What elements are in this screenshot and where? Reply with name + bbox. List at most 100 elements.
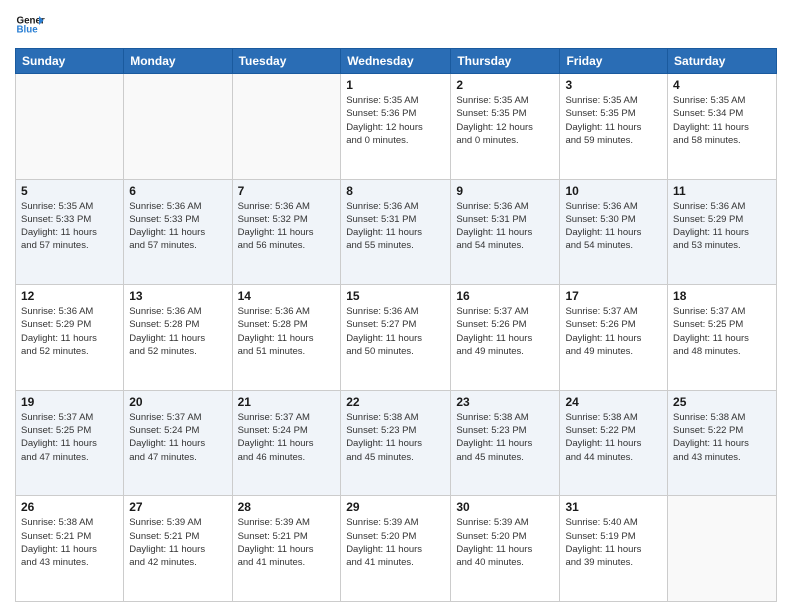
day-number: 24 xyxy=(565,395,662,409)
weekday-header-saturday: Saturday xyxy=(668,49,777,74)
weekday-header-friday: Friday xyxy=(560,49,668,74)
day-info: Sunrise: 5:36 AM Sunset: 5:32 PM Dayligh… xyxy=(238,200,336,253)
week-row-1: 1 Sunrise: 5:35 AM Sunset: 5:36 PM Daylig… xyxy=(16,74,777,180)
day-number: 17 xyxy=(565,289,662,303)
logo: General Blue xyxy=(15,10,45,40)
day-number: 18 xyxy=(673,289,771,303)
day-info: Sunrise: 5:38 AM Sunset: 5:21 PM Dayligh… xyxy=(21,516,118,569)
calendar-cell xyxy=(668,496,777,602)
day-number: 15 xyxy=(346,289,445,303)
calendar-cell: 19Sunrise: 5:37 AM Sunset: 5:25 PM Dayli… xyxy=(16,390,124,496)
day-info: Sunrise: 5:36 AM Sunset: 5:28 PM Dayligh… xyxy=(238,305,336,358)
day-number: 3 xyxy=(565,78,662,92)
day-info: Sunrise: 5:35 AM Sunset: 5:36 PM Dayligh… xyxy=(346,94,445,147)
calendar-cell: 27 Sunrise: 5:39 AM Sunset: 5:21 PM Dayli… xyxy=(124,496,232,602)
day-info: Sunrise: 5:36 AM Sunset: 5:30 PM Dayligh… xyxy=(565,200,662,253)
calendar-cell: 8 Sunrise: 5:36 AM Sunset: 5:31 PM Daylig… xyxy=(341,179,451,285)
logo-icon: General Blue xyxy=(15,10,45,40)
day-info: Sunrise: 5:37 AM Sunset: 5:26 PM Dayligh… xyxy=(456,305,554,358)
calendar-cell: 15 Sunrise: 5:36 AM Sunset: 5:27 PM Dayli… xyxy=(341,285,451,391)
week-row-5: 26 Sunrise: 5:38 AM Sunset: 5:21 PM Dayli… xyxy=(16,496,777,602)
day-number: 9 xyxy=(456,184,554,198)
day-info: Sunrise: 5:36 AM Sunset: 5:29 PM Dayligh… xyxy=(673,200,771,253)
day-info: Sunrise: 5:35 AM Sunset: 5:35 PM Dayligh… xyxy=(565,94,662,147)
day-number: 28 xyxy=(238,500,336,514)
calendar-table: SundayMondayTuesdayWednesdayThursdayFrid… xyxy=(15,48,777,602)
day-number: 4 xyxy=(673,78,771,92)
day-info: Sunrise: 5:37 AM Sunset: 5:24 PM Dayligh… xyxy=(129,411,226,464)
day-number: 25 xyxy=(673,395,771,409)
day-info: Sunrise: 5:36 AM Sunset: 5:29 PM Dayligh… xyxy=(21,305,118,358)
day-number: 1 xyxy=(346,78,445,92)
day-number: 23 xyxy=(456,395,554,409)
calendar-cell: 12 Sunrise: 5:36 AM Sunset: 5:29 PM Dayli… xyxy=(16,285,124,391)
day-number: 31 xyxy=(565,500,662,514)
day-number: 22 xyxy=(346,395,445,409)
calendar-cell: 2 Sunrise: 5:35 AM Sunset: 5:35 PM Daylig… xyxy=(451,74,560,180)
day-info: Sunrise: 5:35 AM Sunset: 5:33 PM Dayligh… xyxy=(21,200,118,253)
calendar-cell: 14 Sunrise: 5:36 AM Sunset: 5:28 PM Dayli… xyxy=(232,285,341,391)
day-info: Sunrise: 5:35 AM Sunset: 5:34 PM Dayligh… xyxy=(673,94,771,147)
day-number: 16 xyxy=(456,289,554,303)
calendar-cell: 30 Sunrise: 5:39 AM Sunset: 5:20 PM Dayli… xyxy=(451,496,560,602)
day-info: Sunrise: 5:38 AM Sunset: 5:22 PM Dayligh… xyxy=(673,411,771,464)
day-info: Sunrise: 5:39 AM Sunset: 5:21 PM Dayligh… xyxy=(129,516,226,569)
day-number: 11 xyxy=(673,184,771,198)
day-number: 27 xyxy=(129,500,226,514)
day-info: Sunrise: 5:39 AM Sunset: 5:20 PM Dayligh… xyxy=(456,516,554,569)
calendar-cell: 7Sunrise: 5:36 AM Sunset: 5:32 PM Daylig… xyxy=(232,179,341,285)
calendar-cell: 9 Sunrise: 5:36 AM Sunset: 5:31 PM Daylig… xyxy=(451,179,560,285)
weekday-header-wednesday: Wednesday xyxy=(341,49,451,74)
calendar-cell xyxy=(124,74,232,180)
day-info: Sunrise: 5:37 AM Sunset: 5:24 PM Dayligh… xyxy=(238,411,336,464)
day-info: Sunrise: 5:36 AM Sunset: 5:28 PM Dayligh… xyxy=(129,305,226,358)
calendar-cell: 26 Sunrise: 5:38 AM Sunset: 5:21 PM Dayli… xyxy=(16,496,124,602)
day-number: 30 xyxy=(456,500,554,514)
calendar-cell: 6Sunrise: 5:36 AM Sunset: 5:33 PM Daylig… xyxy=(124,179,232,285)
calendar-cell: 1 Sunrise: 5:35 AM Sunset: 5:36 PM Daylig… xyxy=(341,74,451,180)
calendar-cell: 16 Sunrise: 5:37 AM Sunset: 5:26 PM Dayli… xyxy=(451,285,560,391)
weekday-header-sunday: Sunday xyxy=(16,49,124,74)
weekday-header-tuesday: Tuesday xyxy=(232,49,341,74)
svg-text:Blue: Blue xyxy=(17,25,39,36)
day-info: Sunrise: 5:39 AM Sunset: 5:20 PM Dayligh… xyxy=(346,516,445,569)
week-row-3: 12 Sunrise: 5:36 AM Sunset: 5:29 PM Dayli… xyxy=(16,285,777,391)
day-number: 8 xyxy=(346,184,445,198)
day-info: Sunrise: 5:38 AM Sunset: 5:23 PM Dayligh… xyxy=(346,411,445,464)
day-info: Sunrise: 5:37 AM Sunset: 5:25 PM Dayligh… xyxy=(21,411,118,464)
day-info: Sunrise: 5:36 AM Sunset: 5:27 PM Dayligh… xyxy=(346,305,445,358)
week-row-4: 19Sunrise: 5:37 AM Sunset: 5:25 PM Dayli… xyxy=(16,390,777,496)
day-info: Sunrise: 5:38 AM Sunset: 5:22 PM Dayligh… xyxy=(565,411,662,464)
day-number: 29 xyxy=(346,500,445,514)
header: General Blue xyxy=(15,10,777,40)
calendar-cell: 17Sunrise: 5:37 AM Sunset: 5:26 PM Dayli… xyxy=(560,285,668,391)
calendar-cell: 31Sunrise: 5:40 AM Sunset: 5:19 PM Dayli… xyxy=(560,496,668,602)
calendar-cell: 4 Sunrise: 5:35 AM Sunset: 5:34 PM Daylig… xyxy=(668,74,777,180)
calendar-cell: 10 Sunrise: 5:36 AM Sunset: 5:30 PM Dayli… xyxy=(560,179,668,285)
calendar-cell: 11 Sunrise: 5:36 AM Sunset: 5:29 PM Dayli… xyxy=(668,179,777,285)
day-number: 2 xyxy=(456,78,554,92)
weekday-header-thursday: Thursday xyxy=(451,49,560,74)
day-number: 13 xyxy=(129,289,226,303)
day-number: 10 xyxy=(565,184,662,198)
weekday-header-row: SundayMondayTuesdayWednesdayThursdayFrid… xyxy=(16,49,777,74)
day-number: 14 xyxy=(238,289,336,303)
day-info: Sunrise: 5:35 AM Sunset: 5:35 PM Dayligh… xyxy=(456,94,554,147)
day-info: Sunrise: 5:36 AM Sunset: 5:31 PM Dayligh… xyxy=(456,200,554,253)
day-number: 26 xyxy=(21,500,118,514)
page: General Blue SundayMondayTuesdayWednesda… xyxy=(0,0,792,612)
calendar-cell xyxy=(232,74,341,180)
day-info: Sunrise: 5:39 AM Sunset: 5:21 PM Dayligh… xyxy=(238,516,336,569)
calendar-cell: 28 Sunrise: 5:39 AM Sunset: 5:21 PM Dayli… xyxy=(232,496,341,602)
day-number: 21 xyxy=(238,395,336,409)
calendar-cell: 29 Sunrise: 5:39 AM Sunset: 5:20 PM Dayli… xyxy=(341,496,451,602)
calendar-cell: 13 Sunrise: 5:36 AM Sunset: 5:28 PM Dayli… xyxy=(124,285,232,391)
weekday-header-monday: Monday xyxy=(124,49,232,74)
calendar-cell: 24 Sunrise: 5:38 AM Sunset: 5:22 PM Dayli… xyxy=(560,390,668,496)
day-info: Sunrise: 5:37 AM Sunset: 5:25 PM Dayligh… xyxy=(673,305,771,358)
calendar-cell: 5Sunrise: 5:35 AM Sunset: 5:33 PM Daylig… xyxy=(16,179,124,285)
calendar-cell: 25 Sunrise: 5:38 AM Sunset: 5:22 PM Dayli… xyxy=(668,390,777,496)
day-info: Sunrise: 5:36 AM Sunset: 5:31 PM Dayligh… xyxy=(346,200,445,253)
day-info: Sunrise: 5:38 AM Sunset: 5:23 PM Dayligh… xyxy=(456,411,554,464)
day-number: 12 xyxy=(21,289,118,303)
